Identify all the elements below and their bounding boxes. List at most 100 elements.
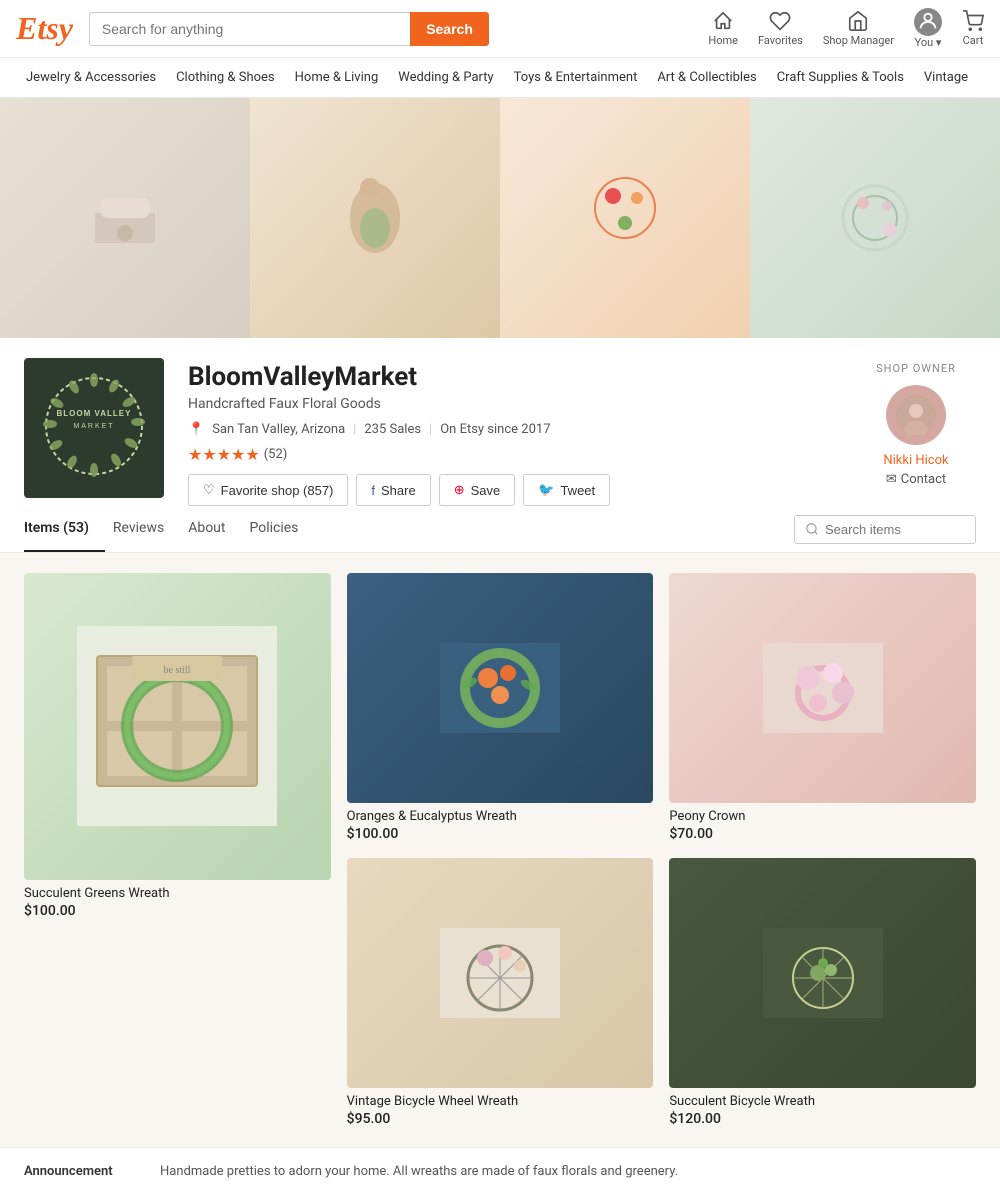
meta-sep-1: | xyxy=(353,422,356,437)
item-img-bicycle xyxy=(440,928,560,1018)
contact-button[interactable]: ✉ Contact xyxy=(856,472,976,487)
banner-img-4 xyxy=(835,178,915,258)
item-succulent-greens[interactable]: be still Succulent Greens Wreath $100.00 xyxy=(24,573,331,1127)
share-label: Share xyxy=(381,483,416,498)
item-name-1: Oranges & Eucalyptus Wreath xyxy=(347,809,654,824)
cat-wedding[interactable]: Wedding & Party xyxy=(388,58,503,97)
search-items-input[interactable] xyxy=(825,522,965,537)
search-input[interactable] xyxy=(89,12,410,46)
tab-reviews[interactable]: Reviews xyxy=(113,506,180,552)
header-nav: Home Favorites Shop Manager You ▾ Cart xyxy=(708,8,984,49)
items-section: be still Succulent Greens Wreath $100.00 xyxy=(0,553,1000,1147)
shop-since: On Etsy since 2017 xyxy=(440,422,550,437)
site-header: Etsy Search Home Favorites Shop Manager … xyxy=(0,0,1000,58)
svg-text:MARKET: MARKET xyxy=(73,423,114,430)
announcement-label: Announcement xyxy=(24,1164,144,1179)
cat-jewelry[interactable]: Jewelry & Accessories xyxy=(16,58,166,97)
tab-about[interactable]: About xyxy=(188,506,241,552)
cat-vintage[interactable]: Vintage xyxy=(914,58,978,97)
item-peony-crown[interactable]: Peony Crown $70.00 xyxy=(669,573,976,842)
svg-text:be still: be still xyxy=(164,665,191,676)
item-img-oranges xyxy=(440,643,560,733)
shop-meta: 📍 San Tan Valley, Arizona | 235 Sales | … xyxy=(188,422,832,437)
shop-location: San Tan Valley, Arizona xyxy=(212,422,345,437)
you-nav[interactable]: You ▾ xyxy=(914,8,942,49)
cart-icon xyxy=(962,10,984,32)
tweet-button[interactable]: 🐦 Tweet xyxy=(523,474,610,506)
banner-img-3 xyxy=(585,168,665,268)
item-name-3: Vintage Bicycle Wheel Wreath xyxy=(347,1094,654,1109)
owner-avatar xyxy=(886,385,946,445)
pinterest-icon: ⊕ xyxy=(454,482,465,498)
favorite-label: Favorite shop (857) xyxy=(221,483,334,498)
owner-section-label: SHOP OWNER xyxy=(856,362,976,375)
heart-btn-icon: ♡ xyxy=(203,482,215,498)
banner-cell-3 xyxy=(500,98,750,338)
shop-manager-label: Shop Manager xyxy=(823,34,894,47)
item-price-4: $120.00 xyxy=(669,1111,976,1127)
shop-banner xyxy=(0,98,1000,338)
item-succulent-bicycle[interactable]: Succulent Bicycle Wreath $120.00 xyxy=(669,858,976,1127)
item-oranges-eucalyptus[interactable]: Oranges & Eucalyptus Wreath $100.00 xyxy=(347,573,654,842)
item-price-0: $100.00 xyxy=(24,903,331,919)
shop-details: BloomValleyMarket Handcrafted Faux Flora… xyxy=(188,358,832,506)
item-price-3: $95.00 xyxy=(347,1111,654,1127)
rating-count: (52) xyxy=(264,447,288,462)
svg-text:BLOOM VALLEY: BLOOM VALLEY xyxy=(57,409,132,418)
announcement-section: Announcement Handmade pretties to adorn … xyxy=(0,1147,1000,1195)
share-button[interactable]: f Share xyxy=(356,474,430,506)
item-price-2: $70.00 xyxy=(669,826,976,842)
shop-sales: 235 Sales xyxy=(364,422,421,437)
owner-avatar-img xyxy=(896,395,936,435)
item-name-4: Succulent Bicycle Wreath xyxy=(669,1094,976,1109)
shop-actions: ♡ Favorite shop (857) f Share ⊕ Save 🐦 T… xyxy=(188,474,832,506)
shop-logo: BLOOM VALLEY MARKET xyxy=(24,358,164,498)
cat-clothing[interactable]: Clothing & Shoes xyxy=(166,58,285,97)
heart-icon xyxy=(769,10,791,32)
category-nav: Jewelry & Accessories Clothing & Shoes H… xyxy=(0,58,1000,98)
item-name-2: Peony Crown xyxy=(669,809,976,824)
cat-craft[interactable]: Craft Supplies & Tools xyxy=(767,58,914,97)
favorite-shop-button[interactable]: ♡ Favorite shop (857) xyxy=(188,474,348,506)
banner-img-2 xyxy=(335,158,415,278)
cat-home[interactable]: Home & Living xyxy=(285,58,389,97)
twitter-icon: 🐦 xyxy=(538,482,554,498)
favorites-label: Favorites xyxy=(758,34,803,47)
you-label: You ▾ xyxy=(915,36,942,49)
cart-label: Cart xyxy=(963,34,984,47)
item-vintage-bicycle[interactable]: Vintage Bicycle Wheel Wreath $95.00 xyxy=(347,858,654,1127)
search-icon xyxy=(805,522,819,536)
item-price-1: $100.00 xyxy=(347,826,654,842)
items-search-box xyxy=(794,515,976,544)
tab-items[interactable]: Items (53) xyxy=(24,506,105,552)
cart-nav[interactable]: Cart xyxy=(962,10,984,47)
tab-policies[interactable]: Policies xyxy=(249,506,314,552)
tabs-bar: Items (53) Reviews About Policies xyxy=(0,506,1000,553)
save-button[interactable]: ⊕ Save xyxy=(439,474,516,506)
contact-label: Contact xyxy=(901,472,946,487)
message-icon: ✉ xyxy=(886,472,897,487)
shop-subtitle: Handcrafted Faux Floral Goods xyxy=(188,396,832,412)
item-img-peony xyxy=(763,643,883,733)
banner-cell-4 xyxy=(750,98,1000,338)
favorites-nav[interactable]: Favorites xyxy=(758,10,803,47)
etsy-logo[interactable]: Etsy xyxy=(16,10,73,47)
shop-manager-nav[interactable]: Shop Manager xyxy=(823,10,894,47)
home-label: Home xyxy=(708,34,738,47)
items-grid: be still Succulent Greens Wreath $100.00 xyxy=(24,573,976,1127)
tweet-label: Tweet xyxy=(560,483,595,498)
meta-sep-2: | xyxy=(429,422,432,437)
facebook-icon: f xyxy=(371,483,375,498)
shop-owner-section: SHOP OWNER Nikki Hicok ✉ Contact xyxy=(856,358,976,506)
shop-icon xyxy=(847,10,869,32)
banner-img-1 xyxy=(85,178,165,258)
cat-art[interactable]: Art & Collectibles xyxy=(647,58,766,97)
announcement-text: Handmade pretties to adorn your home. Al… xyxy=(160,1164,678,1179)
cat-toys[interactable]: Toys & Entertainment xyxy=(504,58,648,97)
home-nav[interactable]: Home xyxy=(708,10,738,47)
search-button[interactable]: Search xyxy=(410,12,489,46)
shop-info: BLOOM VALLEY MARKET BloomValleyMarket Ha… xyxy=(0,338,1000,506)
shop-logo-svg: BLOOM VALLEY MARKET xyxy=(34,366,154,486)
search-bar: Search xyxy=(89,12,489,46)
owner-name[interactable]: Nikki Hicok xyxy=(856,453,976,468)
